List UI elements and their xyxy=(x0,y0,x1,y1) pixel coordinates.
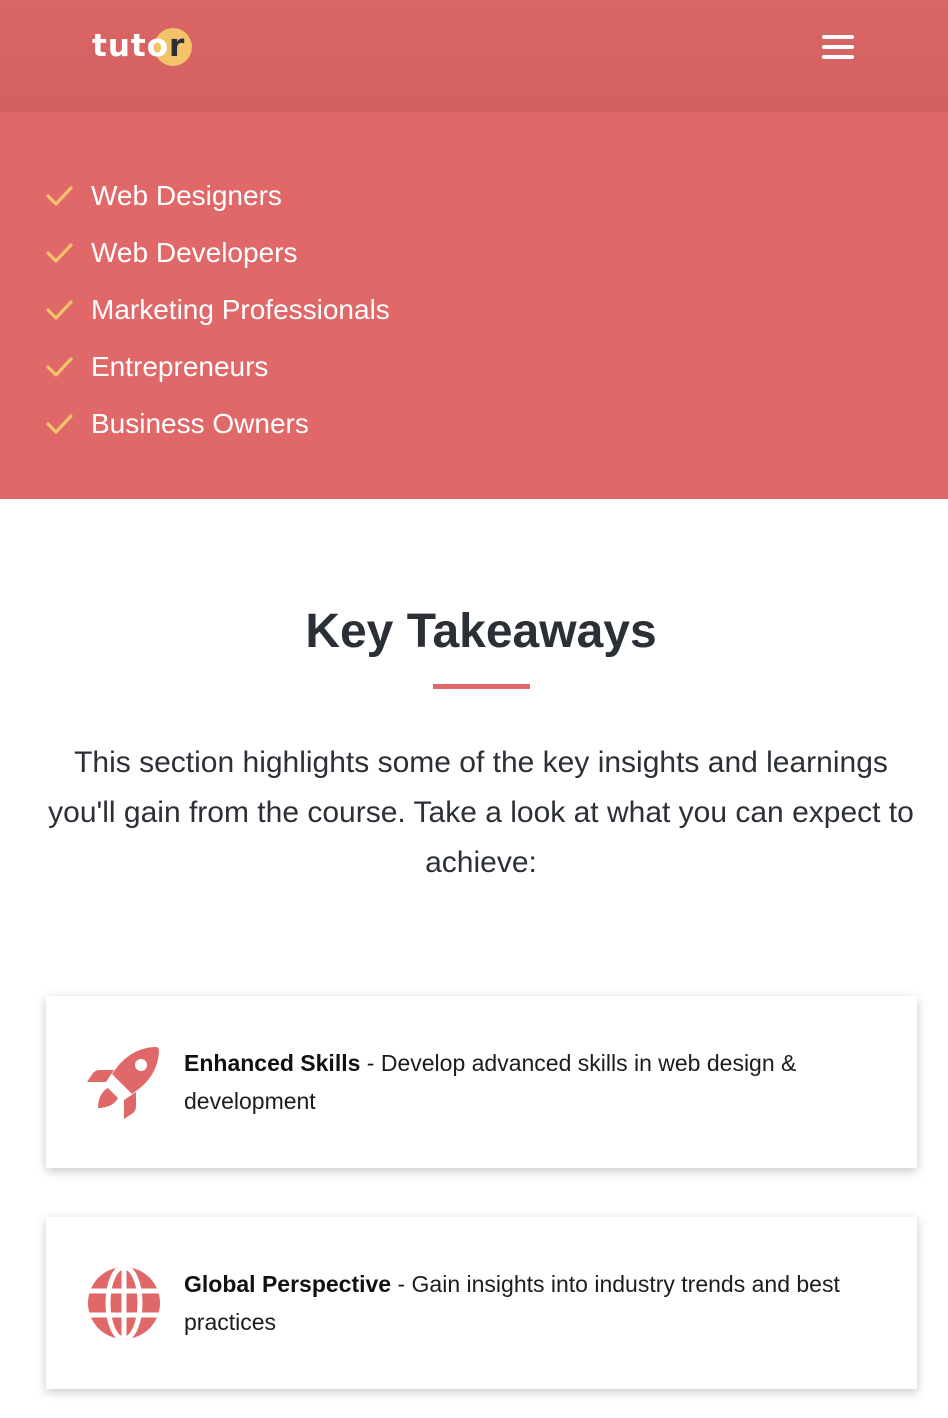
logo-text: tutor xyxy=(92,28,186,64)
hamburger-menu-icon[interactable] xyxy=(818,30,858,66)
takeaway-card-text: Enhanced Skills - Develop advanced skill… xyxy=(184,1044,884,1120)
check-icon xyxy=(46,186,73,206)
site-header: tutor xyxy=(0,0,948,112)
takeaway-card-heading: Enhanced Skills xyxy=(184,1050,361,1076)
audience-item-label: Entrepreneurs xyxy=(91,351,269,382)
takeaway-card: Global Perspective - Gain insights into … xyxy=(46,1217,917,1389)
takeaway-card-separator: - xyxy=(360,1050,381,1076)
check-icon xyxy=(46,357,73,377)
section-title: Key Takeaways xyxy=(305,605,657,658)
target-audience-section: Web Designers Web Developers Marketing P… xyxy=(0,112,948,499)
audience-item-label: Business Owners xyxy=(91,408,309,439)
title-divider xyxy=(433,684,530,689)
check-icon xyxy=(46,414,73,434)
check-icon xyxy=(46,243,73,263)
takeaway-card-text: Global Perspective - Gain insights into … xyxy=(184,1265,884,1341)
audience-item: Business Owners xyxy=(44,395,390,453)
rocket-icon xyxy=(87,1047,159,1119)
check-icon xyxy=(46,300,73,320)
section-intro: This section highlights some of the key … xyxy=(48,746,914,879)
globe-icon xyxy=(88,1267,160,1339)
tutor-logo[interactable]: tutor xyxy=(92,26,192,66)
takeaway-card: Enhanced Skills - Develop advanced skill… xyxy=(46,996,917,1168)
audience-item-label: Web Designers xyxy=(91,180,282,211)
audience-list: Web Designers Web Developers Marketing P… xyxy=(44,168,390,453)
audience-item-label: Web Developers xyxy=(91,237,298,268)
audience-item: Marketing Professionals xyxy=(44,281,390,339)
audience-item-label: Marketing Professionals xyxy=(91,294,390,325)
takeaway-card-separator: - xyxy=(391,1271,412,1297)
audience-item: Web Developers xyxy=(44,224,390,282)
audience-item: Web Designers xyxy=(44,167,390,225)
takeaway-card-heading: Global Perspective xyxy=(184,1271,392,1297)
audience-item: Entrepreneurs xyxy=(44,338,390,396)
